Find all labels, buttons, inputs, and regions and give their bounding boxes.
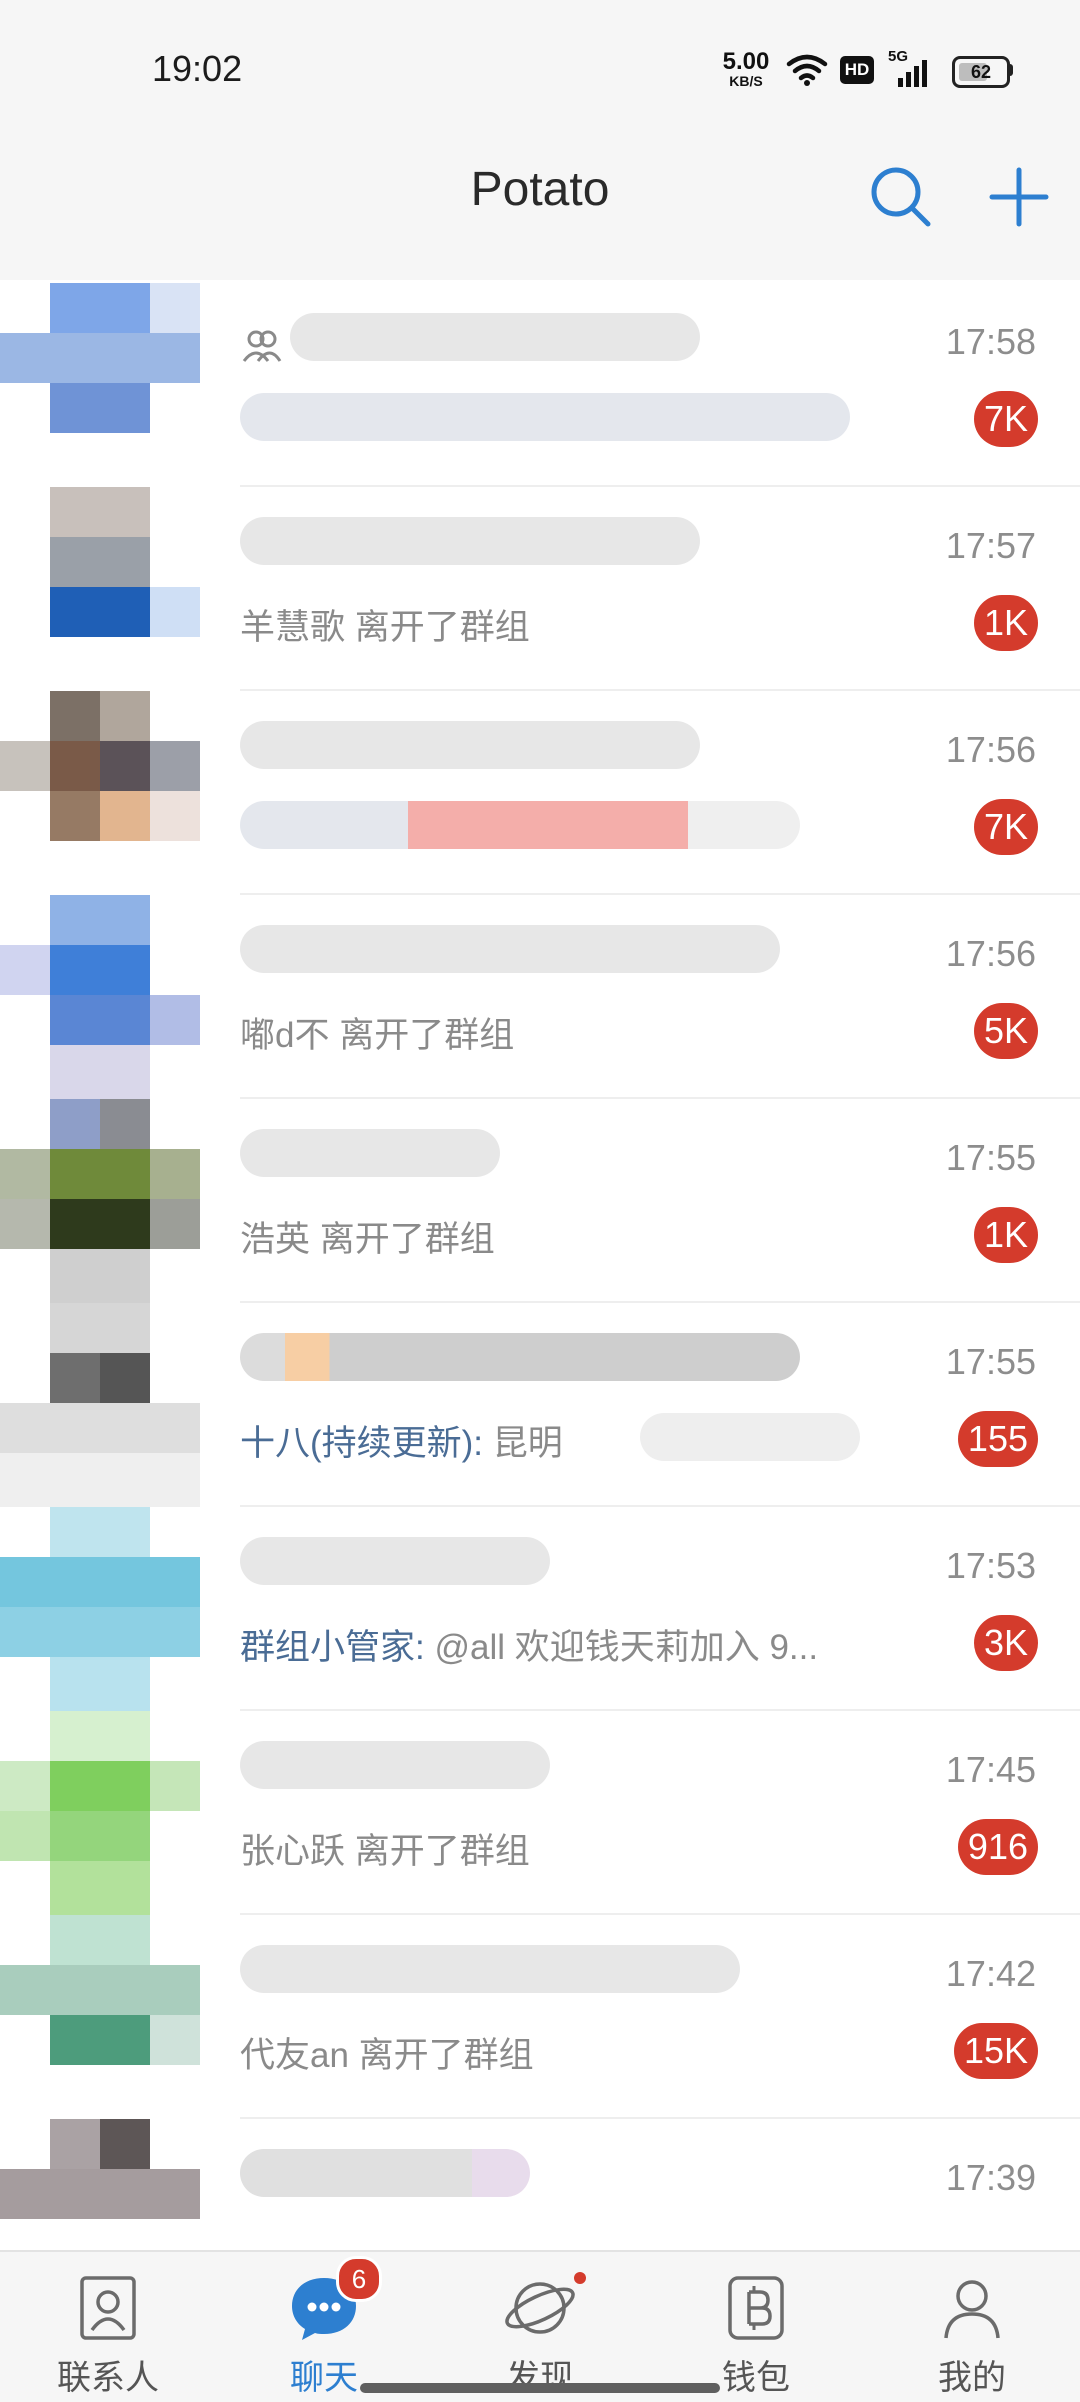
- unread-badge: 5K: [973, 1003, 1038, 1059]
- status-time: 19:02: [152, 48, 243, 89]
- chat-row[interactable]: 群组小管家: @all 欢迎钱天莉加入 9... 17:53 3K: [0, 1507, 1080, 1711]
- chat-row[interactable]: 17:39: [0, 2119, 1080, 2250]
- chat-name-redacted: [240, 1945, 740, 1993]
- avatar: [0, 487, 200, 691]
- chat-name-redacted: [240, 517, 700, 565]
- bottom-tab-bar: 联系人 6 聊天 发现 钱包 我的: [0, 2250, 1080, 2402]
- chat-row[interactable]: 浩英 离开了群组 17:55 1K: [0, 1099, 1080, 1303]
- unread-badge: 155: [957, 1411, 1038, 1467]
- profile-icon: [944, 2280, 1000, 2339]
- chat-time: 17:45: [945, 1749, 1036, 1790]
- chat-preview-redacted: [240, 393, 850, 441]
- chat-row[interactable]: 代友an 离开了群组 17:42 15K: [0, 1915, 1080, 2119]
- chat-row[interactable]: 嘟d不 离开了群组 17:56 5K: [0, 895, 1080, 1099]
- chat-name-redacted: [240, 2149, 530, 2197]
- chat-name-redacted: [240, 721, 700, 769]
- unread-badge: 916: [957, 1819, 1038, 1875]
- home-indicator[interactable]: [360, 2383, 720, 2393]
- chat-list: 17:58 7K 羊慧歌 离开了群组 17:57 1K 17:56 7K 嘟d不…: [0, 283, 1080, 2250]
- search-icon[interactable]: [866, 162, 936, 232]
- discover-icon: [505, 2282, 575, 2334]
- chat-preview-redacted: [240, 801, 800, 849]
- chat-preview-message: 张心跃 离开了群组: [240, 1832, 530, 1871]
- chat-time: 17:39: [945, 2157, 1036, 2198]
- avatar: [0, 2119, 200, 2250]
- tab-chat[interactable]: 6 聊天: [216, 2252, 432, 2402]
- network-speed-value: 5.00: [722, 48, 770, 75]
- chat-name-redacted: [240, 1537, 550, 1585]
- wifi-icon: [786, 54, 828, 86]
- chat-time: 17:58: [945, 321, 1036, 362]
- chat-preview-message: 昆明: [492, 1424, 563, 1463]
- cellular-signal-icon: [898, 60, 927, 87]
- unread-badge: 1K: [973, 595, 1038, 651]
- chat-preview-redacted: [640, 1413, 860, 1461]
- unread-badge: 1K: [973, 1207, 1038, 1263]
- avatar: [0, 1711, 200, 1915]
- chat-time: 17:55: [945, 1137, 1036, 1178]
- chat-preview-message: @all 欢迎钱天莉加入 9...: [434, 1628, 819, 1667]
- chat-time: 17:56: [945, 933, 1036, 974]
- chat-unread-badge: 6: [336, 2256, 382, 2302]
- chat-name-redacted: [290, 313, 700, 361]
- app-header: Potato: [0, 140, 1080, 280]
- tab-wallet[interactable]: 钱包: [648, 2252, 864, 2402]
- chat-preview: 羊慧歌 离开了群组: [240, 599, 530, 650]
- chat-time: 17:55: [945, 1341, 1036, 1382]
- chat-time: 17:42: [945, 1953, 1036, 1994]
- unread-badge: 3K: [973, 1615, 1038, 1671]
- network-speed: 5.00 KB/S: [716, 48, 776, 89]
- chat-row[interactable]: 羊慧歌 离开了群组 17:57 1K: [0, 487, 1080, 691]
- chat-preview-message: 浩英 离开了群组: [240, 1220, 495, 1259]
- chat-time: 17:53: [945, 1545, 1036, 1586]
- unread-badge: 7K: [973, 799, 1038, 855]
- chat-preview-message: 代友an 离开了群组: [240, 2036, 534, 2075]
- chat-preview: 张心跃 离开了群组: [240, 1823, 530, 1874]
- hd-icon: HD: [840, 56, 874, 84]
- plus-icon[interactable]: [986, 164, 1052, 230]
- chat-time: 17:56: [945, 729, 1036, 770]
- chat-row[interactable]: 17:56 7K: [0, 691, 1080, 895]
- unread-badge: 7K: [973, 391, 1038, 447]
- chat-preview: 十八(持续更新): 昆明: [240, 1415, 563, 1466]
- chat-time: 17:57: [945, 525, 1036, 566]
- avatar: [0, 283, 200, 487]
- group-icon: [242, 330, 282, 362]
- avatar: [0, 1915, 200, 2119]
- tab-label: 联系人: [57, 2359, 159, 2397]
- chat-preview-sender: 十八(持续更新):: [240, 1424, 484, 1463]
- avatar: [0, 1303, 200, 1507]
- chat-row[interactable]: 十八(持续更新): 昆明 17:55 155: [0, 1303, 1080, 1507]
- battery-percentage: 62: [970, 62, 992, 82]
- chat-name-redacted: [240, 1741, 550, 1789]
- battery-icon: 62: [952, 56, 1010, 88]
- avatar: [0, 691, 200, 895]
- tab-contacts[interactable]: 联系人: [0, 2252, 216, 2402]
- chat-preview-sender: 群组小管家:: [240, 1628, 425, 1667]
- chat-preview-message: 羊慧歌 离开了群组: [240, 608, 530, 647]
- chat-row[interactable]: 17:58 7K: [0, 283, 1080, 487]
- chat-row[interactable]: 张心跃 离开了群组 17:45 916: [0, 1711, 1080, 1915]
- chat-preview: 代友an 离开了群组: [240, 2027, 534, 2078]
- chat-name-redacted: [240, 925, 780, 973]
- tab-label: 我的: [938, 2359, 1006, 2397]
- unread-badge: 15K: [953, 2023, 1038, 2079]
- tab-profile[interactable]: 我的: [864, 2252, 1080, 2402]
- chat-preview-message: 嘟d不 离开了群组: [240, 1016, 515, 1055]
- chat-preview: 群组小管家: @all 欢迎钱天莉加入 9...: [240, 1619, 818, 1670]
- chat-name-redacted: [240, 1129, 500, 1177]
- chat-name-redacted: [240, 1333, 800, 1381]
- avatar: [0, 1099, 200, 1303]
- contacts-icon: [80, 2276, 136, 2340]
- discover-notification-dot: [574, 2272, 586, 2284]
- network-speed-unit: KB/S: [729, 73, 763, 89]
- avatar: [0, 1507, 200, 1711]
- avatar: [0, 895, 200, 1099]
- chat-preview: 浩英 离开了群组: [240, 1211, 495, 1262]
- status-bar: 19:02 5.00 KB/S HD 5G 62: [0, 0, 1080, 140]
- battery-nub: [1008, 64, 1013, 76]
- chat-preview: 嘟d不 离开了群组: [240, 1007, 514, 1058]
- tab-discover[interactable]: 发现: [432, 2252, 648, 2402]
- wallet-icon: [728, 2276, 784, 2340]
